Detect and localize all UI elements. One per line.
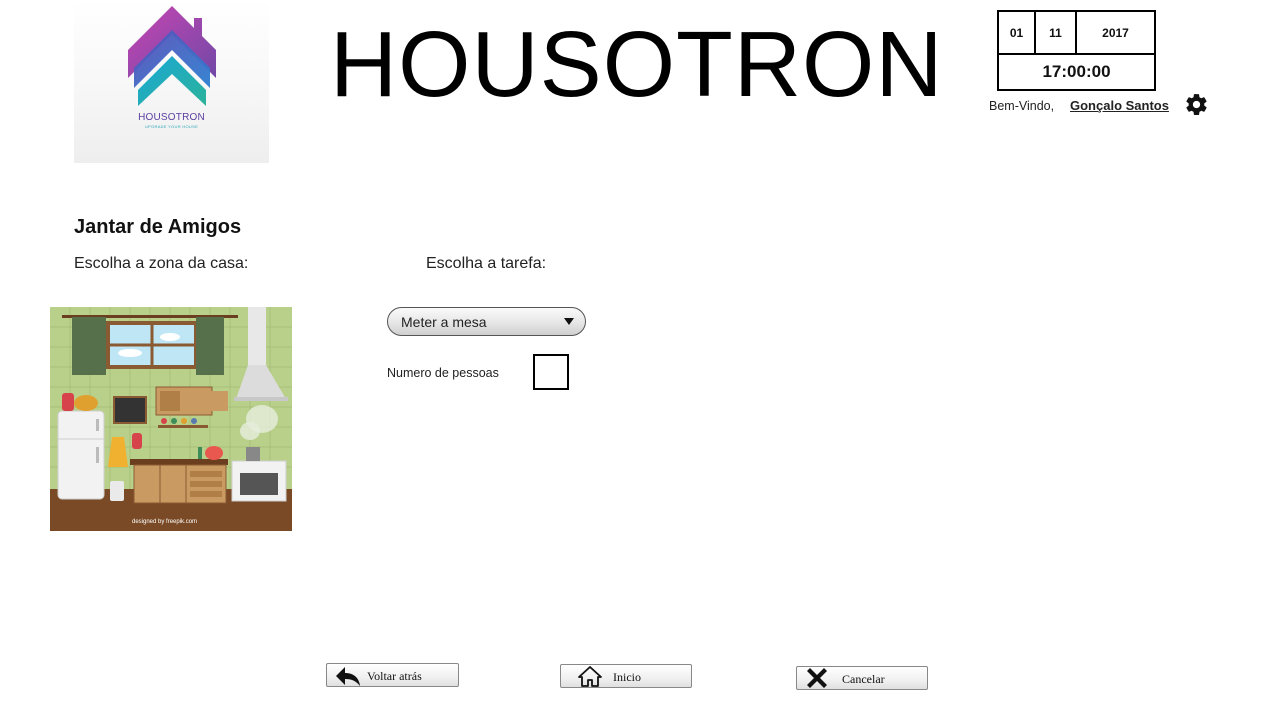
task-select-value: Meter a mesa <box>401 314 487 330</box>
zone-label: Escolha a zona da casa: <box>74 255 249 272</box>
logo-tagline: UPGRADE YOUR HOUSE <box>144 124 199 129</box>
home-button[interactable]: Inicio <box>560 664 692 688</box>
page-title: Jantar de Amigos <box>74 216 242 238</box>
chevron-down-icon <box>564 318 574 325</box>
gear-icon[interactable] <box>1184 92 1209 117</box>
home-button-label: Inicio <box>613 670 641 684</box>
cancel-button[interactable]: Cancelar <box>796 666 928 690</box>
app-title: HOUSOTRON <box>330 12 944 116</box>
welcome-text: Bem-Vindo, <box>989 99 1055 113</box>
date-month: 11 <box>1036 12 1077 53</box>
cancel-button-label: Cancelar <box>842 672 885 686</box>
people-count-label: Numero de pessoas <box>387 366 499 380</box>
task-label: Escolha a tarefa: <box>426 255 547 272</box>
kitchen-zone-image[interactable]: designed by freepik.com <box>50 307 292 531</box>
logo: HOUSOTRON UPGRADE YOUR HOUSE <box>74 0 269 163</box>
logo-name: HOUSOTRON <box>138 112 205 123</box>
back-button[interactable]: Voltar atrás <box>326 663 459 687</box>
home-icon <box>578 666 602 687</box>
image-credit: designed by freepik.com <box>132 519 197 525</box>
task-select[interactable]: Meter a mesa <box>387 307 586 336</box>
user-name-link[interactable]: Gonçalo Santos <box>1070 98 1169 113</box>
people-count-input[interactable] <box>533 354 569 390</box>
datetime-panel: 01 11 2017 17:00:00 <box>997 10 1156 91</box>
clock-time: 17:00:00 <box>1042 62 1111 81</box>
back-arrow-icon <box>336 667 360 686</box>
date-year: 2017 <box>1102 25 1129 40</box>
close-icon <box>807 668 827 688</box>
logo-house-icon <box>128 6 216 106</box>
date-day: 01 <box>999 12 1036 53</box>
back-button-label: Voltar atrás <box>367 669 422 683</box>
